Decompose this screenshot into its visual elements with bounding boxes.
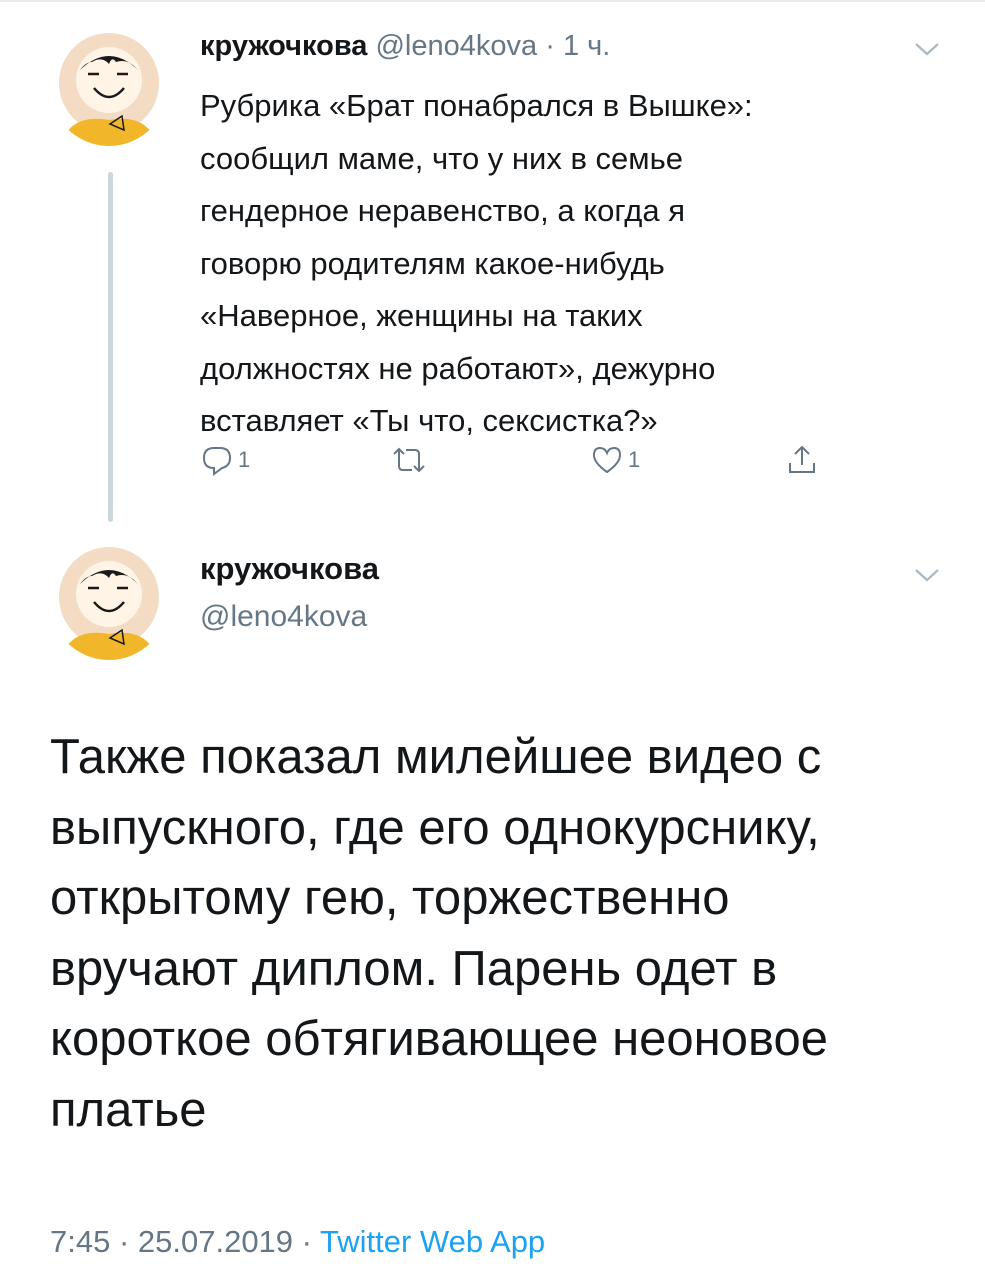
- reply-tweet-header: кружочкова @leno4kova · 1 ч.: [200, 30, 610, 63]
- share-icon: [789, 445, 815, 473]
- tweet-timestamp[interactable]: 7:45 · 25.07.2019 ·: [50, 1224, 320, 1259]
- tweet-text-line: Также показал милейшее видео с: [50, 730, 822, 784]
- tweet-text-line: вручают диплом. Парень одет в: [50, 941, 778, 996]
- reply-tweet-text: Рубрика «Брат понабрался в Вышке»: сообщ…: [200, 80, 920, 448]
- tweet-text-line: говорю родителям какое-нибудь: [200, 245, 665, 281]
- like-button[interactable]: 1: [590, 440, 640, 480]
- share-button[interactable]: [785, 440, 819, 480]
- tweet-text-line: короткое обтягивающее неоновое: [50, 1012, 828, 1067]
- tweet-text-line: открытому гею, торжественно: [50, 871, 730, 926]
- avatar-illustration: [50, 28, 168, 146]
- like-icon: [592, 446, 622, 474]
- retweet-button[interactable]: [390, 440, 432, 480]
- author-avatar[interactable]: [50, 542, 168, 660]
- reply-icon: [202, 447, 232, 476]
- tweet-meta: 7:45 · 25.07.2019 · Twitter Web App: [50, 1224, 545, 1260]
- main-tweet-text: Также показал милейшее видео с выпускног…: [50, 722, 950, 1146]
- chevron-down-icon[interactable]: [912, 566, 942, 584]
- retweet-icon: [393, 447, 425, 473]
- author-name[interactable]: кружочкова: [200, 30, 367, 62]
- author-handle[interactable]: @leno4kova: [375, 30, 537, 62]
- author-handle[interactable]: @leno4kova: [200, 600, 367, 634]
- chevron-down-icon[interactable]: [912, 40, 942, 58]
- reply-button[interactable]: 1: [200, 440, 250, 480]
- reply-count: 1: [238, 447, 251, 472]
- author-name[interactable]: кружочкова: [200, 551, 379, 587]
- top-divider: [0, 0, 985, 2]
- tweet-text-line: платье: [50, 1082, 207, 1137]
- author-avatar[interactable]: [50, 28, 168, 146]
- tweet-text-line: гендерное неравенство, а когда я: [200, 193, 686, 228]
- tweet-source-link[interactable]: Twitter Web App: [320, 1224, 545, 1259]
- thread-connector: [108, 172, 113, 522]
- avatar-illustration: [50, 542, 168, 660]
- tweet-text-line: «Наверное, женщины на таких: [200, 298, 643, 333]
- tweet-time[interactable]: 1 ч.: [563, 30, 610, 62]
- tweet-text-line: Рубрика «Брат понабрался в Вышке»:: [200, 88, 753, 123]
- separator-dot: ·: [545, 30, 555, 62]
- tweet-text-line: сообщил маме, что у них в семье: [200, 140, 683, 176]
- like-count: 1: [628, 447, 641, 472]
- tweet-actions: 1 1: [200, 440, 840, 480]
- tweet-text-line: выпускного, где его однокурснику,: [50, 800, 820, 855]
- tweet-text-line: должностях не работают», дежурно: [200, 350, 716, 386]
